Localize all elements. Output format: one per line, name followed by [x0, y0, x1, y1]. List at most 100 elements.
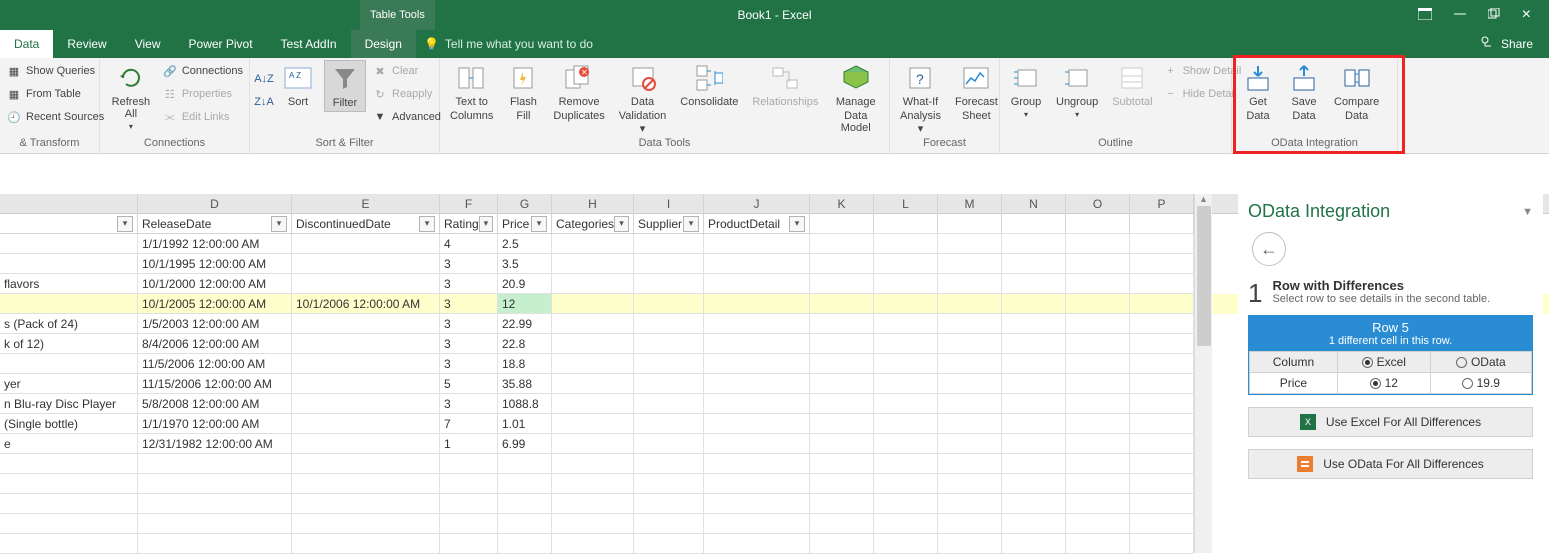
cell[interactable]: 5: [440, 374, 498, 394]
cell[interactable]: [810, 414, 874, 434]
cell[interactable]: [634, 414, 704, 434]
cell[interactable]: [1130, 494, 1194, 514]
tab-view[interactable]: View: [121, 30, 175, 58]
cell[interactable]: [704, 434, 810, 454]
cell[interactable]: 12/31/1982 12:00:00 AM: [138, 434, 292, 454]
cell[interactable]: [810, 254, 874, 274]
cell[interactable]: [810, 454, 874, 474]
cell[interactable]: [1002, 294, 1066, 314]
relationships-button[interactable]: Relationships: [748, 60, 822, 110]
cell[interactable]: [874, 294, 938, 314]
group-rows-button[interactable]: Group▾: [1006, 60, 1046, 121]
table-header-cell[interactable]: Price▾: [498, 214, 552, 234]
diff-row-banner[interactable]: Row 5 1 different cell in this row.: [1249, 316, 1532, 351]
cell[interactable]: 20.9: [498, 274, 552, 294]
column-header[interactable]: I: [634, 194, 704, 213]
reapply-button[interactable]: ↻Reapply: [372, 83, 441, 105]
properties-button[interactable]: ☷Properties: [162, 83, 243, 105]
cell[interactable]: [1130, 474, 1194, 494]
show-queries-button[interactable]: ▦Show Queries: [6, 60, 104, 82]
connections-button[interactable]: 🔗Connections: [162, 60, 243, 82]
cell[interactable]: [1130, 434, 1194, 454]
cell[interactable]: [1066, 514, 1130, 534]
cell[interactable]: [292, 514, 440, 534]
cell[interactable]: [938, 354, 1002, 374]
cell[interactable]: [1130, 274, 1194, 294]
cell[interactable]: [1002, 434, 1066, 454]
cell[interactable]: [634, 354, 704, 374]
sort-asc-button[interactable]: A↓Z: [256, 68, 272, 90]
column-header[interactable]: L: [874, 194, 938, 213]
cell[interactable]: [634, 534, 704, 554]
filter-dropdown-icon[interactable]: ▾: [479, 216, 493, 232]
use-odata-all-button[interactable]: Use OData For All Differences: [1248, 449, 1533, 479]
cell[interactable]: [704, 314, 810, 334]
advanced-filter-button[interactable]: ▼Advanced: [372, 106, 441, 128]
column-header[interactable]: [0, 194, 138, 213]
cell[interactable]: [634, 454, 704, 474]
remove-duplicates-button[interactable]: ✕RemoveDuplicates: [549, 60, 608, 124]
cell[interactable]: [0, 514, 138, 534]
edit-links-button[interactable]: ⫘Edit Links: [162, 106, 243, 128]
minimize-icon[interactable]: [1454, 7, 1466, 23]
cell[interactable]: [552, 454, 634, 474]
cell[interactable]: [1066, 294, 1130, 314]
cell[interactable]: [292, 494, 440, 514]
cell[interactable]: [1002, 534, 1066, 554]
table-header-cell[interactable]: DiscontinuedDate▾: [292, 214, 440, 234]
cell[interactable]: flavors: [0, 274, 138, 294]
cell[interactable]: (Single bottle): [0, 414, 138, 434]
cell[interactable]: [634, 314, 704, 334]
scrollbar-thumb[interactable]: [1197, 206, 1211, 346]
cell[interactable]: [1066, 354, 1130, 374]
cell[interactable]: [552, 354, 634, 374]
empty-cell[interactable]: [810, 214, 874, 234]
cell[interactable]: [498, 514, 552, 534]
cell[interactable]: [938, 534, 1002, 554]
cell[interactable]: [810, 274, 874, 294]
cell[interactable]: [1002, 514, 1066, 534]
cell[interactable]: 3: [440, 394, 498, 414]
diff-td-odata[interactable]: 19.9: [1430, 373, 1531, 394]
cell[interactable]: 35.88: [498, 374, 552, 394]
cell[interactable]: 8/4/2006 12:00:00 AM: [138, 334, 292, 354]
cell[interactable]: 1.01: [498, 414, 552, 434]
cell[interactable]: 3: [440, 274, 498, 294]
cell[interactable]: e: [0, 434, 138, 454]
refresh-all-button[interactable]: Refresh All▾: [106, 60, 156, 133]
cell[interactable]: [874, 454, 938, 474]
cell[interactable]: [810, 234, 874, 254]
cell[interactable]: [440, 514, 498, 534]
tab-test-addin[interactable]: Test AddIn: [267, 30, 351, 58]
cell[interactable]: [1002, 334, 1066, 354]
filter-dropdown-icon[interactable]: ▾: [614, 216, 629, 232]
cell[interactable]: [552, 294, 634, 314]
odata-get-data-button[interactable]: GetData: [1238, 60, 1278, 124]
cell[interactable]: 10/1/2005 12:00:00 AM: [138, 294, 292, 314]
cell[interactable]: [938, 414, 1002, 434]
diff-td-excel[interactable]: 12: [1337, 373, 1430, 394]
cell[interactable]: [1130, 294, 1194, 314]
cell[interactable]: [292, 474, 440, 494]
cell[interactable]: [874, 314, 938, 334]
cell[interactable]: [1002, 414, 1066, 434]
cell[interactable]: 3: [440, 294, 498, 314]
cell[interactable]: [138, 474, 292, 494]
odata-save-data-button[interactable]: SaveData: [1284, 60, 1324, 124]
cell[interactable]: [874, 374, 938, 394]
cell[interactable]: 11/5/2006 12:00:00 AM: [138, 354, 292, 374]
cell[interactable]: [634, 234, 704, 254]
cell[interactable]: n Blu-ray Disc Player: [0, 394, 138, 414]
cell[interactable]: k of 12): [0, 334, 138, 354]
cell[interactable]: [552, 334, 634, 354]
cell[interactable]: 3: [440, 254, 498, 274]
cell[interactable]: [1130, 514, 1194, 534]
use-excel-all-button[interactable]: X Use Excel For All Differences: [1248, 407, 1533, 437]
show-detail-button[interactable]: +Show Detail: [1163, 60, 1242, 82]
cell[interactable]: [1130, 454, 1194, 474]
cell[interactable]: [498, 454, 552, 474]
cell[interactable]: 10/1/2000 12:00:00 AM: [138, 274, 292, 294]
cell[interactable]: [1066, 414, 1130, 434]
cell[interactable]: [1002, 374, 1066, 394]
cell[interactable]: [810, 294, 874, 314]
